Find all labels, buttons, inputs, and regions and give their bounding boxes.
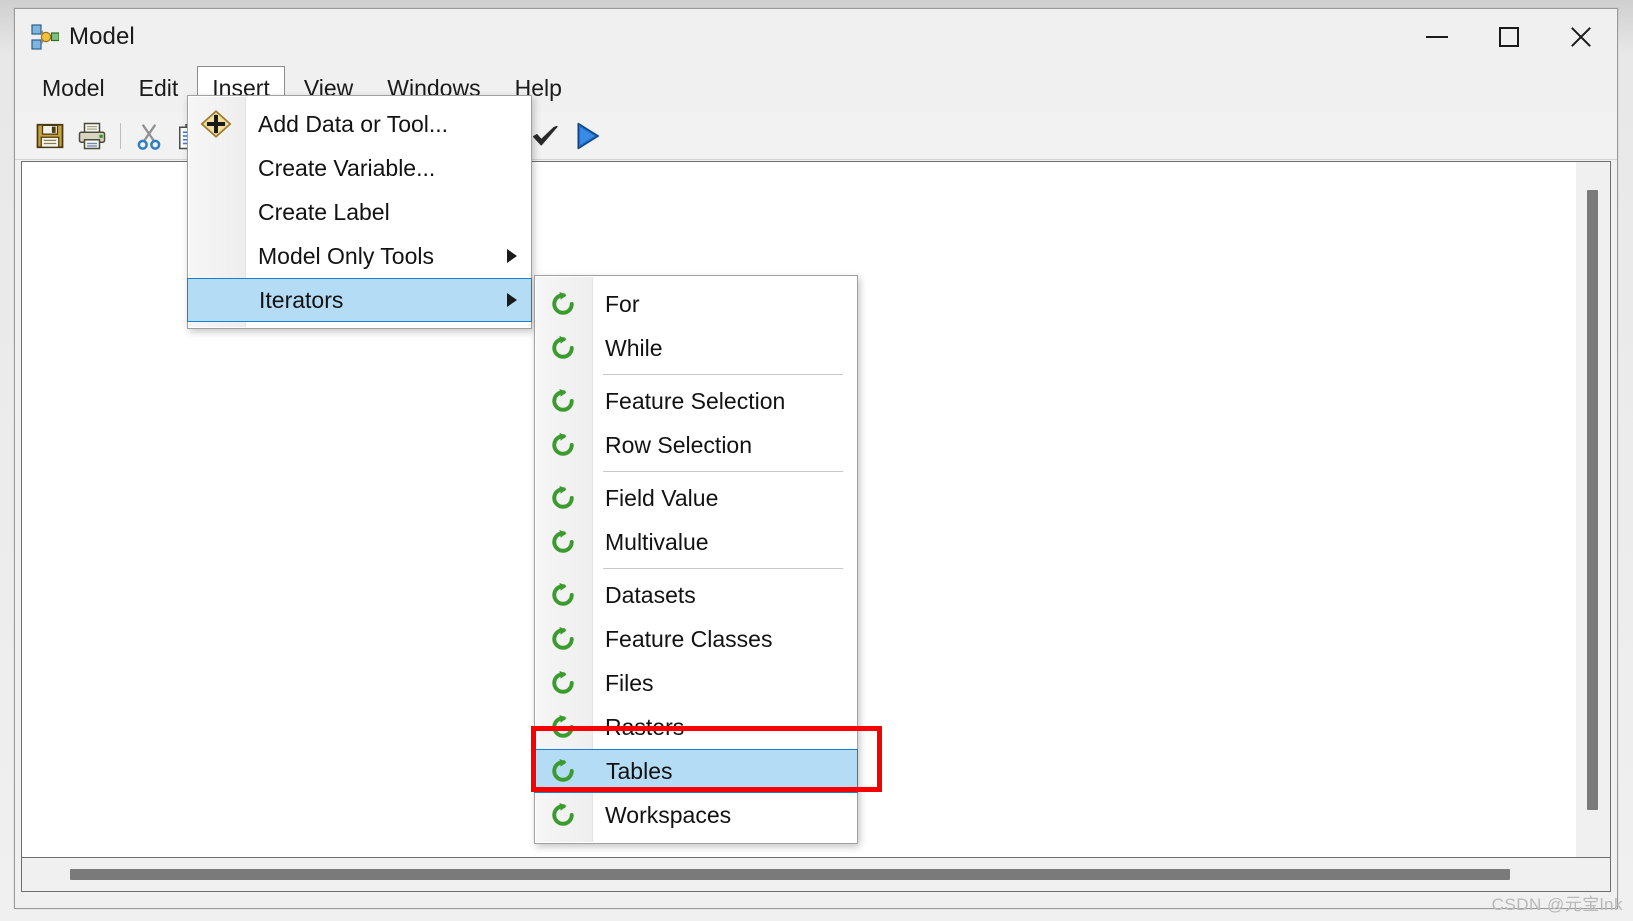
iterator-loop-icon: [541, 379, 585, 423]
menu-item-label: For: [605, 290, 640, 317]
menu-item-model-only-tools[interactable]: Model Only Tools: [188, 234, 531, 278]
menu-item-label: Create Variable...: [258, 154, 436, 181]
menu-item-label: Datasets: [605, 581, 696, 608]
iterator-loop-icon: [541, 423, 585, 467]
maximize-button[interactable]: [1473, 9, 1545, 64]
menu-separator: [603, 374, 843, 375]
menu-item-label: Files: [605, 669, 654, 696]
cut-icon: [137, 123, 161, 150]
iterator-loop-icon: [541, 705, 585, 749]
validate-check-icon: [533, 125, 558, 145]
run-play-icon: [577, 122, 599, 149]
menu-item-label: Create Label: [258, 198, 390, 225]
menu-item-label: Add Data or Tool...: [258, 110, 449, 137]
maximize-icon: [1499, 26, 1519, 47]
cut-button[interactable]: [128, 115, 170, 157]
chevron-right-icon: [507, 293, 517, 307]
minimize-button[interactable]: [1401, 9, 1473, 64]
vertical-scrollbar[interactable]: [1576, 162, 1610, 857]
iterator-loop-icon: [541, 476, 585, 520]
save-icon: [36, 123, 64, 148]
minimize-icon: [1426, 35, 1448, 38]
iterator-loop-icon: [541, 661, 585, 705]
save-button[interactable]: [29, 115, 71, 157]
menu-separator: [603, 568, 843, 569]
menu-item-feature-selection[interactable]: Feature Selection: [535, 379, 857, 423]
run-button[interactable]: [566, 115, 608, 157]
menu-item-label: Tables: [606, 757, 673, 784]
menu-item-for[interactable]: For: [535, 282, 857, 326]
menu-separator: [603, 471, 843, 472]
menu-item-field-value[interactable]: Field Value: [535, 476, 857, 520]
iterators-submenu: For While Feature Selection Row Selectio…: [534, 275, 858, 844]
menu-item-feature-classes[interactable]: Feature Classes: [535, 617, 857, 661]
print-icon: [78, 122, 106, 149]
chevron-right-icon: [507, 249, 517, 263]
horizontal-scrollbar-thumb[interactable]: [70, 869, 1510, 880]
menu-item-label: Rasters: [605, 713, 685, 740]
iterator-loop-icon: [541, 282, 585, 326]
menu-item-add-data-or-tool[interactable]: Add Data or Tool...: [188, 102, 531, 146]
csdn-watermark: CSDN @元宝lnk: [1491, 895, 1623, 914]
horizontal-scrollbar[interactable]: [21, 858, 1611, 892]
menu-item-create-label[interactable]: Create Label: [188, 190, 531, 234]
menu-item-label: Iterators: [259, 286, 344, 313]
menu-item-multivalue[interactable]: Multivalue: [535, 520, 857, 564]
menu-model[interactable]: Model: [27, 66, 120, 110]
menu-item-workspaces[interactable]: Workspaces: [535, 793, 857, 837]
print-button[interactable]: [71, 115, 113, 157]
menu-item-while[interactable]: While: [535, 326, 857, 370]
window-controls: [1401, 9, 1617, 64]
toolbar-separator: [120, 122, 121, 149]
menu-item-tables[interactable]: Tables: [534, 749, 858, 793]
screenshot-root: Model Model Edit Insert View Windows Hel…: [0, 0, 1633, 921]
menu-item-label: Multivalue: [605, 528, 709, 555]
menu-item-iterators[interactable]: Iterators: [187, 278, 532, 322]
title-bar: Model: [15, 9, 1617, 64]
iterator-loop-icon: [541, 617, 585, 661]
menu-item-label: Workspaces: [605, 801, 732, 828]
iterator-loop-icon: [541, 520, 585, 564]
menu-item-create-variable[interactable]: Create Variable...: [188, 146, 531, 190]
menu-item-label: Feature Classes: [605, 625, 773, 652]
window-title: Model: [69, 22, 135, 50]
menu-item-label: Field Value: [605, 484, 719, 511]
add-data-diamond-icon: [194, 102, 238, 146]
close-icon: [1568, 24, 1594, 50]
iterator-loop-icon: [541, 326, 585, 370]
menu-item-row-selection[interactable]: Row Selection: [535, 423, 857, 467]
menu-item-rasters[interactable]: Rasters: [535, 705, 857, 749]
iterator-loop-icon: [541, 573, 585, 617]
menu-item-files[interactable]: Files: [535, 661, 857, 705]
close-button[interactable]: [1545, 9, 1617, 64]
iterator-loop-icon: [541, 793, 585, 837]
insert-dropdown-menu: Add Data or Tool... Create Variable... C…: [187, 95, 532, 329]
model-builder-icon: [31, 23, 60, 51]
menu-item-label: Feature Selection: [605, 387, 786, 414]
menu-item-label: While: [605, 334, 663, 361]
menu-item-datasets[interactable]: Datasets: [535, 573, 857, 617]
menu-item-label: Row Selection: [605, 431, 753, 458]
vertical-scrollbar-thumb[interactable]: [1587, 190, 1598, 810]
menu-edit[interactable]: Edit: [124, 66, 194, 110]
iterator-loop-icon: [541, 749, 585, 793]
menu-item-label: Model Only Tools: [258, 242, 434, 269]
